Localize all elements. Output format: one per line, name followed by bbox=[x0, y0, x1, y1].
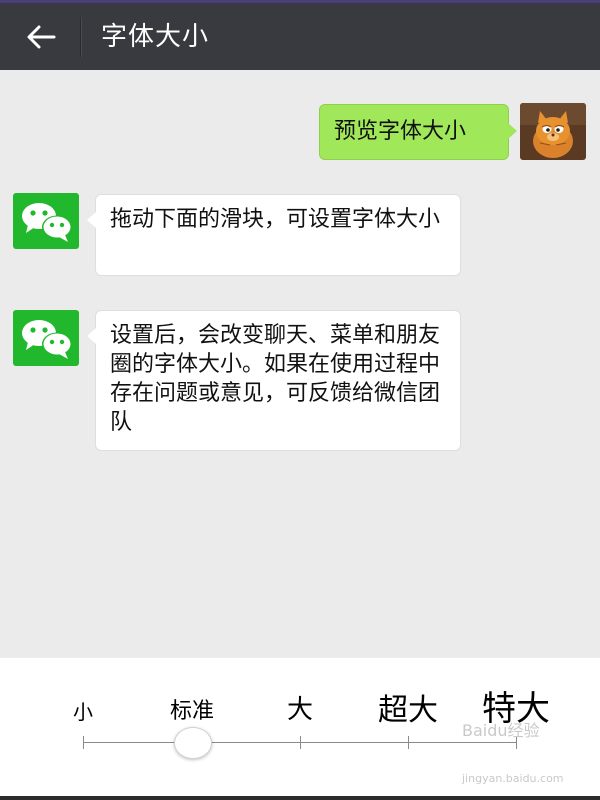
title-bar: 字体大小 bbox=[0, 0, 600, 70]
font-size-slider-thumb[interactable] bbox=[174, 727, 212, 759]
size-option-extra-large[interactable]: 超大 bbox=[378, 685, 438, 729]
size-option-large[interactable]: 大 bbox=[287, 689, 313, 726]
slider-tick bbox=[408, 736, 409, 749]
incoming-message-text: 设置后，会改变聊天、菜单和朋友圈的字体大小。如果在使用过程中存在问题或意见，可反… bbox=[110, 323, 441, 435]
wechat-logo-icon bbox=[22, 320, 72, 359]
wechat-avatar[interactable] bbox=[13, 193, 79, 249]
outgoing-message-text: 预览字体大小 bbox=[334, 119, 467, 144]
size-option-standard[interactable]: 标准 bbox=[170, 693, 214, 725]
user-avatar[interactable] bbox=[520, 103, 586, 160]
size-option-small[interactable]: 小 bbox=[73, 696, 93, 725]
bottom-edge bbox=[0, 796, 600, 800]
arrow-left-icon bbox=[27, 25, 56, 49]
incoming-message-bubble: 设置后，会改变聊天、菜单和朋友圈的字体大小。如果在使用过程中存在问题或意见，可反… bbox=[87, 310, 461, 451]
slider-tick bbox=[83, 736, 84, 749]
wechat-avatar[interactable] bbox=[13, 310, 79, 366]
baidu-watermark: Baidu经验 bbox=[462, 721, 540, 740]
outgoing-message-bubble: 预览字体大小 bbox=[319, 104, 517, 160]
slider-tick bbox=[300, 736, 301, 749]
chat-preview-area: 预览字体大小 拖动下面的滑块，可设置字体大小 设置后，会改变聊天、菜单和朋友圈的… bbox=[0, 70, 600, 658]
title-divider bbox=[80, 17, 81, 57]
back-button[interactable] bbox=[18, 17, 64, 57]
cat-avatar-icon bbox=[520, 103, 586, 160]
wechat-logo-icon bbox=[22, 203, 72, 242]
incoming-message-bubble: 拖动下面的滑块，可设置字体大小 bbox=[87, 194, 461, 276]
page-title: 字体大小 bbox=[101, 22, 210, 52]
incoming-message-text: 拖动下面的滑块，可设置字体大小 bbox=[110, 207, 441, 232]
baidu-watermark-url: jingyan.baidu.com bbox=[462, 772, 564, 785]
